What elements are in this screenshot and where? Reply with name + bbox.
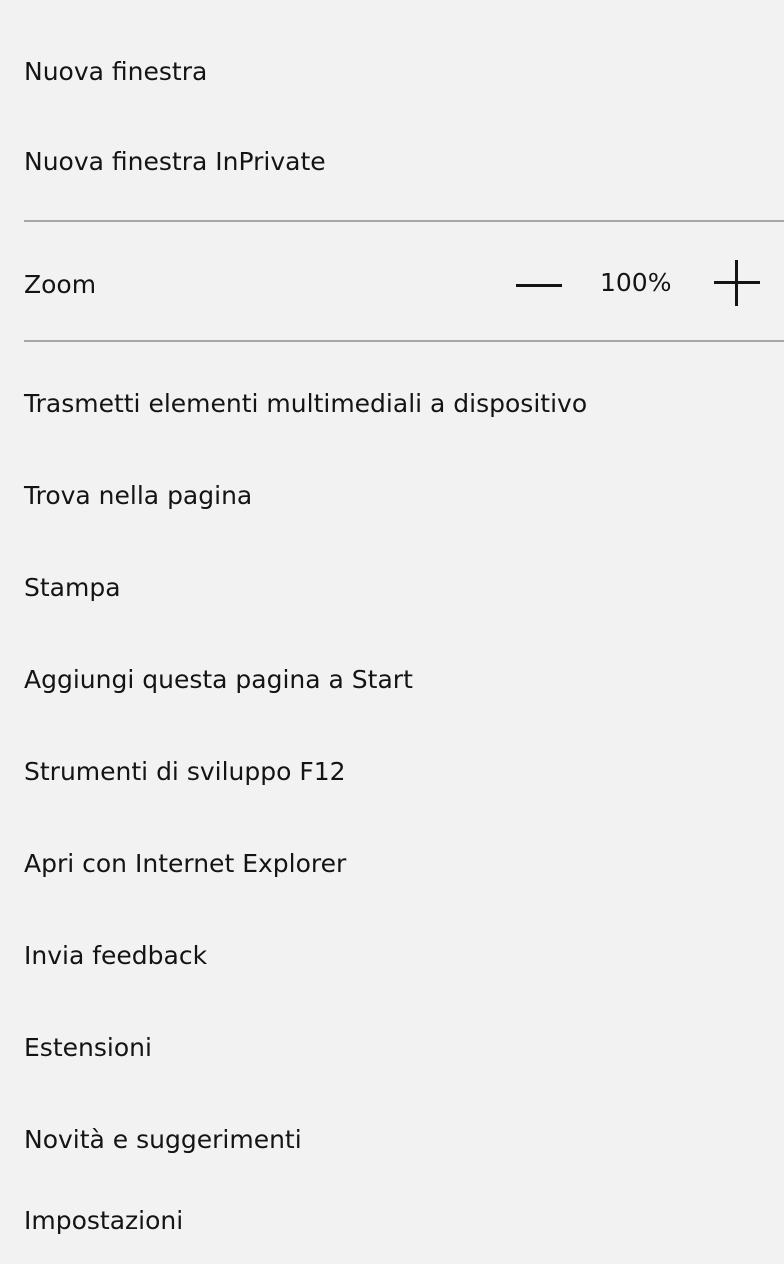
menu-item-label: Stampa bbox=[24, 572, 121, 602]
menu-item-label: Nuova finestra InPrivate bbox=[24, 146, 326, 176]
plus-icon-vertical bbox=[735, 260, 738, 306]
menu-item-open-with-ie[interactable]: Apri con Internet Explorer bbox=[0, 819, 784, 907]
menu-item-label: Nuova finestra bbox=[24, 56, 208, 86]
menu-item-new-inprivate-window[interactable]: Nuova finestra InPrivate bbox=[0, 117, 784, 205]
menu-item-label: Invia feedback bbox=[24, 940, 208, 970]
menu-item-pin-to-start[interactable]: Aggiungi questa pagina a Start bbox=[0, 635, 784, 723]
menu-item-label: Trova nella pagina bbox=[24, 480, 253, 510]
menu-item-label: Aggiungi questa pagina a Start bbox=[24, 664, 413, 694]
menu-item-cast-media[interactable]: Trasmetti elementi multimediali a dispos… bbox=[0, 359, 784, 447]
menu-item-new-window[interactable]: Nuova finestra bbox=[0, 27, 784, 115]
menu-item-send-feedback[interactable]: Invia feedback bbox=[0, 911, 784, 999]
more-actions-menu: Nuova finestra Nuova finestra InPrivate … bbox=[0, 0, 784, 1264]
menu-item-label: Novità e suggerimenti bbox=[24, 1124, 302, 1154]
minus-icon bbox=[516, 283, 562, 287]
zoom-in-button[interactable] bbox=[714, 260, 760, 306]
zoom-level: 100% bbox=[600, 268, 672, 297]
zoom-row: Zoom 100% bbox=[0, 240, 784, 328]
menu-item-settings[interactable]: Impostazioni bbox=[0, 1176, 784, 1264]
menu-item-developer-tools[interactable]: Strumenti di sviluppo F12 bbox=[0, 727, 784, 815]
menu-item-label: Estensioni bbox=[24, 1032, 152, 1062]
menu-item-print[interactable]: Stampa bbox=[0, 543, 784, 631]
menu-item-label: Strumenti di sviluppo F12 bbox=[24, 756, 346, 786]
menu-item-label: Impostazioni bbox=[24, 1205, 184, 1235]
menu-item-extensions[interactable]: Estensioni bbox=[0, 1003, 784, 1091]
menu-divider bbox=[24, 340, 784, 342]
zoom-label: Zoom bbox=[24, 269, 97, 299]
menu-divider bbox=[24, 220, 784, 222]
menu-item-find-on-page[interactable]: Trova nella pagina bbox=[0, 451, 784, 539]
menu-item-whats-new[interactable]: Novità e suggerimenti bbox=[0, 1095, 784, 1183]
zoom-out-button[interactable] bbox=[512, 270, 566, 300]
menu-item-label: Apri con Internet Explorer bbox=[24, 848, 347, 878]
menu-item-label: Trasmetti elementi multimediali a dispos… bbox=[24, 388, 588, 418]
